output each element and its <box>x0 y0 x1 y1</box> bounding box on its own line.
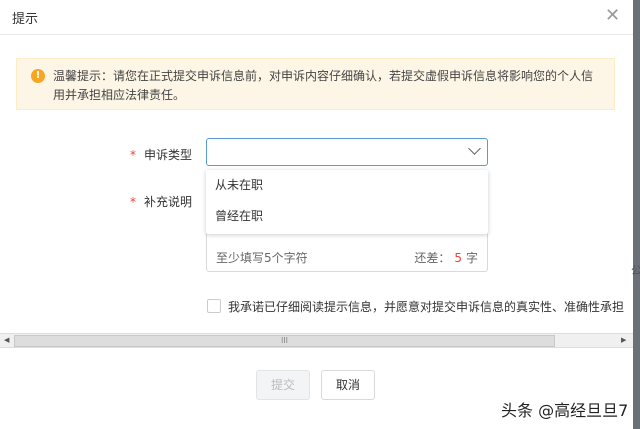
appeal-dialog: 提示 ✕ ! 温馨提示：请您在正式提交申诉信息前，对申诉内容仔细确认，若提交虚假… <box>0 0 633 429</box>
scroll-right-icon[interactable]: ▶ <box>621 336 626 344</box>
note-label: * 补充说明 <box>130 193 192 210</box>
submit-button[interactable]: 提交 <box>256 370 310 400</box>
header-divider <box>0 34 633 35</box>
close-icon[interactable]: ✕ <box>605 5 620 26</box>
scroll-left-icon[interactable]: ◀ <box>4 336 9 344</box>
background-text: 公 <box>631 264 640 277</box>
alert-text: 温馨提示：请您在正式提交申诉信息前，对申诉内容仔细确认，若提交虚假申诉信息将影响… <box>53 69 594 102</box>
watermark: 头条 @高经旦旦7 <box>501 401 629 420</box>
chevron-down-icon <box>468 142 481 155</box>
agreement-text: 我承诺已仔细阅读提示信息，并愿意对提交申诉信息的真实性、准确性承担 <box>228 300 625 314</box>
horizontal-scrollbar[interactable]: ◀ III ▶ <box>0 333 633 348</box>
remaining-count: 5 <box>454 251 462 265</box>
note-label-text: 补充说明 <box>144 195 193 209</box>
type-label: * 申诉类型 <box>130 146 192 163</box>
required-mark: * <box>130 148 136 162</box>
remaining-unit: 字 <box>465 251 478 265</box>
dialog-title: 提示 <box>12 12 39 27</box>
appeal-type-dropdown: 从未在职 曾经在职 <box>206 170 488 234</box>
warning-icon: ! <box>31 69 45 83</box>
type-label-text: 申诉类型 <box>144 148 193 162</box>
remaining-label: 还差： <box>414 251 451 265</box>
option-never-employed[interactable]: 从未在职 <box>206 170 488 201</box>
warning-alert: ! 温馨提示：请您在正式提交申诉信息前，对申诉内容仔细确认，若提交虚假申诉信息将… <box>16 58 615 110</box>
agreement-checkbox[interactable] <box>207 299 221 313</box>
note-hint: 至少填写5个字符 <box>216 251 308 265</box>
option-previously-employed[interactable]: 曾经在职 <box>206 201 488 232</box>
required-mark: * <box>130 195 136 209</box>
remaining-counter: 还差： 5 字 <box>414 249 478 266</box>
appeal-type-select[interactable] <box>206 138 488 166</box>
cancel-button[interactable]: 取消 <box>321 370 375 400</box>
scrollbar-thumb[interactable]: III <box>14 335 555 347</box>
